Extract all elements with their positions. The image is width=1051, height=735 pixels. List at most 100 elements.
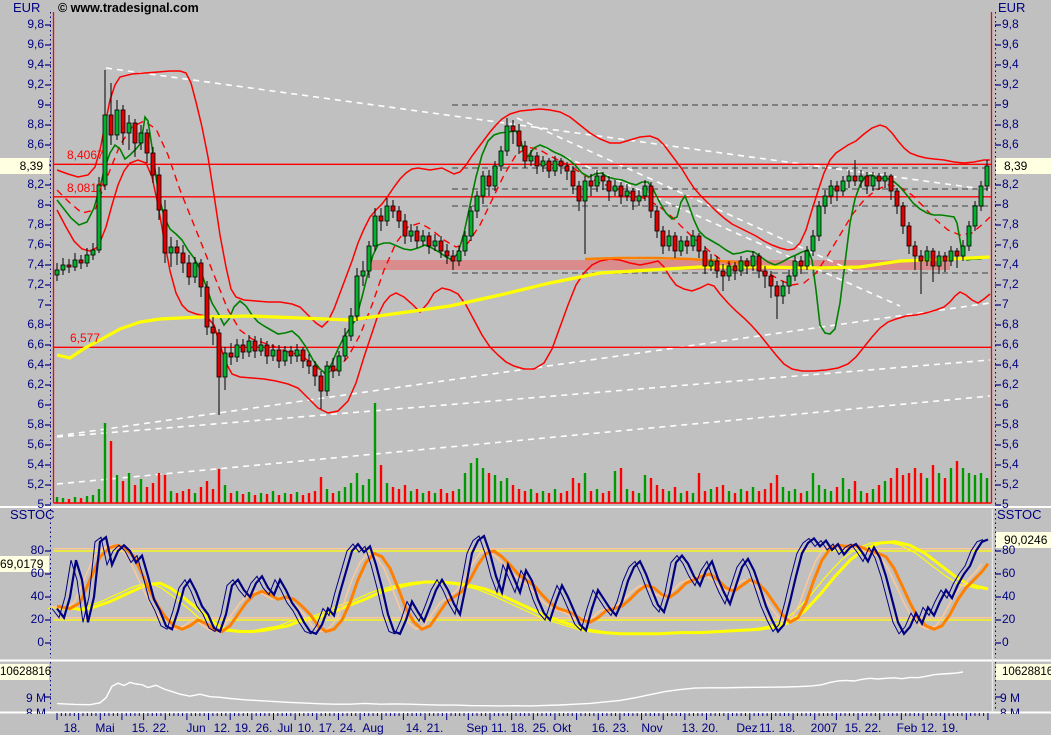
volume-bar (793, 489, 797, 503)
volume-bar (985, 478, 989, 503)
candle-body (492, 165, 498, 187)
candle-body (504, 125, 510, 152)
candle-body (264, 344, 270, 357)
trendline-dashed (56, 395, 991, 485)
candle-body (744, 260, 750, 267)
volume-bar (547, 493, 551, 503)
volume-bar (181, 491, 185, 503)
volume-bar (973, 475, 977, 503)
candle-body (336, 355, 342, 372)
volume-bar (85, 496, 89, 503)
candle-body (408, 230, 414, 237)
volume-bar (967, 473, 971, 503)
candle-body (168, 246, 174, 254)
candle-body (180, 252, 186, 264)
candle-body (126, 122, 132, 134)
candle-body (984, 165, 990, 187)
volume-bar (493, 475, 497, 503)
candle-body (702, 250, 708, 267)
candle-body (558, 160, 564, 167)
volume-bar (247, 492, 251, 503)
volume-bar (331, 493, 335, 503)
candle-body (834, 185, 840, 192)
volume-bar (397, 489, 401, 503)
volume-bar (787, 491, 791, 503)
candle-body (294, 349, 300, 357)
candle-body (942, 255, 948, 262)
candle-body (594, 175, 600, 187)
volume-bar (541, 491, 545, 503)
candle-body (282, 350, 288, 362)
volume-bar (79, 498, 83, 503)
volume-bar (139, 479, 143, 503)
volume-bar (523, 491, 527, 503)
volume-bar (733, 493, 737, 503)
volume-value-label-left: 10628816 (0, 664, 52, 680)
volume-bar (415, 489, 419, 503)
volume-bar (511, 485, 515, 503)
volume-bar (643, 475, 647, 503)
volume-bar (871, 489, 875, 503)
volume-bar (325, 489, 329, 503)
candle-body (552, 160, 558, 172)
volume-bar (217, 469, 221, 503)
volume-bar (289, 494, 293, 503)
candle-body (438, 240, 444, 252)
volume-bar (835, 487, 839, 503)
candle-body (216, 332, 222, 378)
candle-body (954, 250, 960, 257)
candle-body (426, 235, 432, 247)
sstoc-value-label-right: 90,0246 (996, 532, 1051, 548)
candle-body (534, 155, 540, 167)
volume-bar (271, 491, 275, 503)
volume-bar (601, 493, 605, 503)
volume-bar (553, 489, 557, 503)
hline-label-6-577: 6,577 (70, 331, 101, 345)
volume-bar (937, 473, 941, 503)
candle-body (960, 245, 966, 257)
volume-bar (109, 441, 113, 503)
volume-bar (361, 485, 365, 503)
volume-bar (349, 483, 353, 503)
volume-bar (313, 491, 317, 503)
candle-body (318, 375, 324, 392)
volume-bar (943, 478, 947, 503)
volume-bar (259, 493, 263, 503)
candle-body (660, 230, 666, 247)
candle-body (900, 205, 906, 227)
candle-body (870, 175, 876, 187)
volume-bar (391, 487, 395, 503)
candle-body (864, 175, 870, 187)
volume-bar (517, 489, 521, 503)
candle-body (312, 365, 318, 377)
candle-body (618, 185, 624, 197)
volume-bar (451, 491, 455, 503)
volume-bar (235, 491, 239, 503)
candle-body (150, 152, 156, 176)
candle-body (642, 185, 648, 197)
volume-bar (337, 491, 341, 503)
volume-bar (103, 423, 107, 503)
volume-bar (751, 487, 755, 503)
candle-body (378, 215, 384, 222)
volume-bar (55, 497, 59, 503)
candle-body (756, 255, 762, 272)
candle-body (924, 250, 930, 262)
candle-body (606, 180, 612, 192)
volume-bar (529, 489, 533, 503)
chart-canvas[interactable] (0, 0, 1051, 735)
candle-body (792, 260, 798, 277)
candle-body (324, 365, 330, 392)
volume-bar (145, 487, 149, 503)
candle-body (732, 265, 738, 272)
sstoc-orange-line (56, 543, 990, 634)
candle-body (750, 255, 756, 267)
candle-body (696, 235, 702, 252)
volume-bar (625, 489, 629, 503)
right-axis-unit: EUR (998, 0, 1026, 15)
candle-body (810, 235, 816, 252)
candle-body (516, 130, 522, 147)
volume-bar (979, 473, 983, 503)
candle-body (966, 225, 972, 247)
volume-tick-8m-right: 8 M (1000, 706, 1021, 714)
